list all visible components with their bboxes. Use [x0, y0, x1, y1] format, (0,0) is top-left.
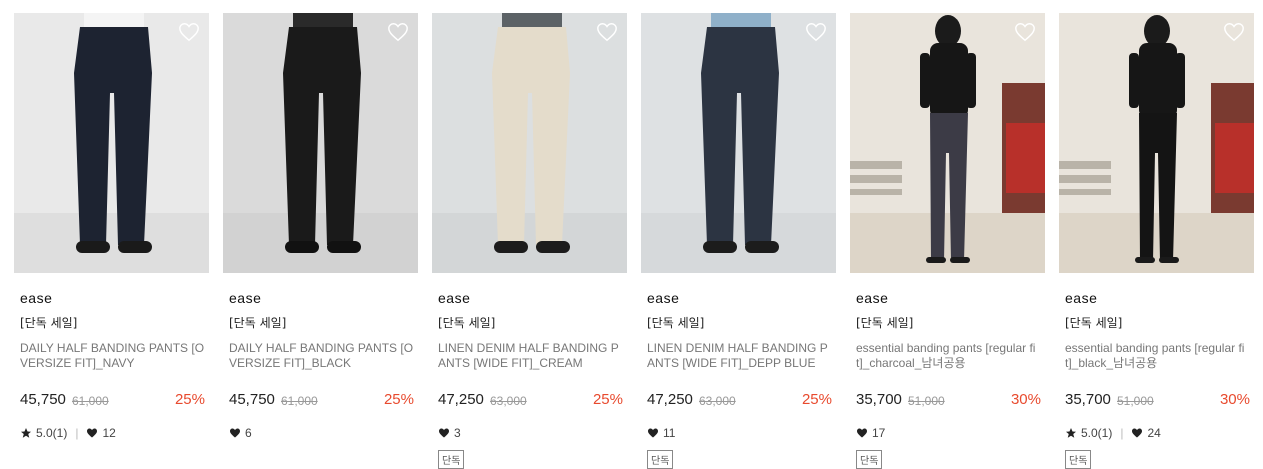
- like-count: 3: [454, 426, 461, 440]
- product-meta: 5.0(1) | 24: [1065, 426, 1161, 440]
- discount-rate: 25%: [383, 391, 414, 408]
- discount-rate: 25%: [592, 391, 623, 408]
- sale-tag: [단독 세일]: [647, 316, 705, 330]
- sale-price: 47,250: [438, 391, 484, 408]
- product-image[interactable]: [432, 13, 627, 273]
- brand-name[interactable]: ease: [647, 290, 679, 306]
- product-photo: [850, 13, 1045, 273]
- heart-outline-icon: [1224, 23, 1244, 42]
- like-count: 12: [102, 426, 116, 440]
- brand-name[interactable]: ease: [229, 290, 261, 306]
- sale-tag: [단독 세일]: [438, 316, 496, 330]
- like-count: 24: [1147, 426, 1161, 440]
- brand-name[interactable]: ease: [856, 290, 888, 306]
- product-name[interactable]: DAILY HALF BANDING PANTS [OVERSIZE FIT]_…: [229, 341, 415, 371]
- brand-name[interactable]: ease: [20, 290, 52, 306]
- sale-tag: [단독 세일]: [20, 316, 78, 330]
- sale-price: 45,750: [20, 391, 66, 408]
- product-photo: [641, 13, 836, 273]
- brand-name[interactable]: ease: [1065, 290, 1097, 306]
- product-grid: ease [단독 세일] DAILY HALF BANDING PANTS [OVE…: [0, 0, 1263, 469]
- product-image[interactable]: [641, 13, 836, 273]
- original-price: 63,000: [699, 394, 736, 408]
- sale-price: 45,750: [229, 391, 275, 408]
- product-card[interactable]: ease [단독 세일] DAILY HALF BANDING PANTS [OVE…: [223, 13, 418, 465]
- star-icon: [1066, 428, 1076, 438]
- original-price: 61,000: [281, 394, 318, 408]
- brand-name[interactable]: ease: [438, 290, 470, 306]
- discount-rate: 25%: [174, 391, 205, 408]
- heart-outline-icon: [388, 23, 408, 42]
- heart-outline-icon: [806, 23, 826, 42]
- sale-price: 47,250: [647, 391, 693, 408]
- heart-icon: [1132, 428, 1143, 438]
- sale-tag: [단독 세일]: [1065, 316, 1123, 330]
- like-count: 17: [872, 426, 886, 440]
- product-image[interactable]: [223, 13, 418, 273]
- heart-icon: [439, 428, 449, 438]
- original-price: 63,000: [490, 394, 527, 408]
- heart-outline-icon: [1015, 23, 1035, 42]
- wishlist-button[interactable]: [178, 21, 200, 43]
- exclusive-badge: 단독: [647, 450, 674, 469]
- rating-value: 5.0(1): [1081, 426, 1113, 440]
- exclusive-badge: 단독: [856, 450, 883, 469]
- heart-icon: [230, 428, 240, 438]
- sale-price: 35,700: [1065, 391, 1111, 408]
- meta-divider: |: [1120, 426, 1124, 440]
- product-name[interactable]: essential banding pants [regular fit]_ch…: [856, 341, 1042, 371]
- discount-rate: 30%: [1010, 391, 1041, 408]
- product-meta: 3: [438, 426, 461, 440]
- like-count: 6: [245, 426, 252, 440]
- wishlist-button[interactable]: [387, 21, 409, 43]
- product-meta: 11: [647, 426, 675, 440]
- product-name[interactable]: LINEN DENIM HALF BANDING PANTS [WIDE FIT…: [647, 341, 833, 371]
- product-card[interactable]: ease [단독 세일] essential banding pants [regu…: [850, 13, 1045, 469]
- heart-outline-icon: [179, 23, 199, 42]
- product-image[interactable]: [1059, 13, 1254, 273]
- heart-icon: [857, 428, 867, 438]
- meta-divider: |: [75, 426, 79, 440]
- sale-price: 35,700: [856, 391, 902, 408]
- heart-outline-icon: [597, 23, 617, 42]
- product-meta: 5.0(1) | 12: [20, 426, 116, 440]
- heart-icon: [648, 428, 658, 438]
- product-name[interactable]: essential banding pants [regular fit]_bl…: [1065, 341, 1251, 371]
- product-meta: 17: [856, 426, 885, 440]
- product-card[interactable]: ease [단독 세일] essential banding pants [regu…: [1059, 13, 1254, 469]
- exclusive-badge: 단독: [438, 450, 465, 469]
- wishlist-button[interactable]: [1223, 21, 1245, 43]
- original-price: 61,000: [72, 394, 109, 408]
- sale-tag: [단독 세일]: [856, 316, 914, 330]
- wishlist-button[interactable]: [1014, 21, 1036, 43]
- product-card[interactable]: ease [단독 세일] LINEN DENIM HALF BANDING PANT…: [641, 13, 836, 469]
- heart-icon: [87, 428, 98, 438]
- product-image[interactable]: [850, 13, 1045, 273]
- discount-rate: 25%: [801, 391, 832, 408]
- sale-tag: [단독 세일]: [229, 316, 287, 330]
- product-name[interactable]: DAILY HALF BANDING PANTS [OVERSIZE FIT]_…: [20, 341, 206, 371]
- rating-value: 5.0(1): [36, 426, 68, 440]
- original-price: 51,000: [908, 394, 945, 408]
- discount-rate: 30%: [1219, 391, 1250, 408]
- product-name[interactable]: LINEN DENIM HALF BANDING PANTS [WIDE FIT…: [438, 341, 624, 371]
- product-card[interactable]: ease [단독 세일] DAILY HALF BANDING PANTS [OVE…: [14, 13, 209, 465]
- product-image[interactable]: [14, 13, 209, 273]
- product-photo: [432, 13, 627, 273]
- star-icon: [21, 428, 31, 438]
- original-price: 51,000: [1117, 394, 1154, 408]
- exclusive-badge: 단독: [1065, 450, 1092, 469]
- product-photo: [1059, 13, 1254, 273]
- like-count: 11: [663, 426, 676, 440]
- wishlist-button[interactable]: [805, 21, 827, 43]
- product-photo: [14, 13, 209, 273]
- product-card[interactable]: ease [단독 세일] LINEN DENIM HALF BANDING PANT…: [432, 13, 627, 469]
- product-meta: 6: [229, 426, 252, 440]
- wishlist-button[interactable]: [596, 21, 618, 43]
- product-photo: [223, 13, 418, 273]
